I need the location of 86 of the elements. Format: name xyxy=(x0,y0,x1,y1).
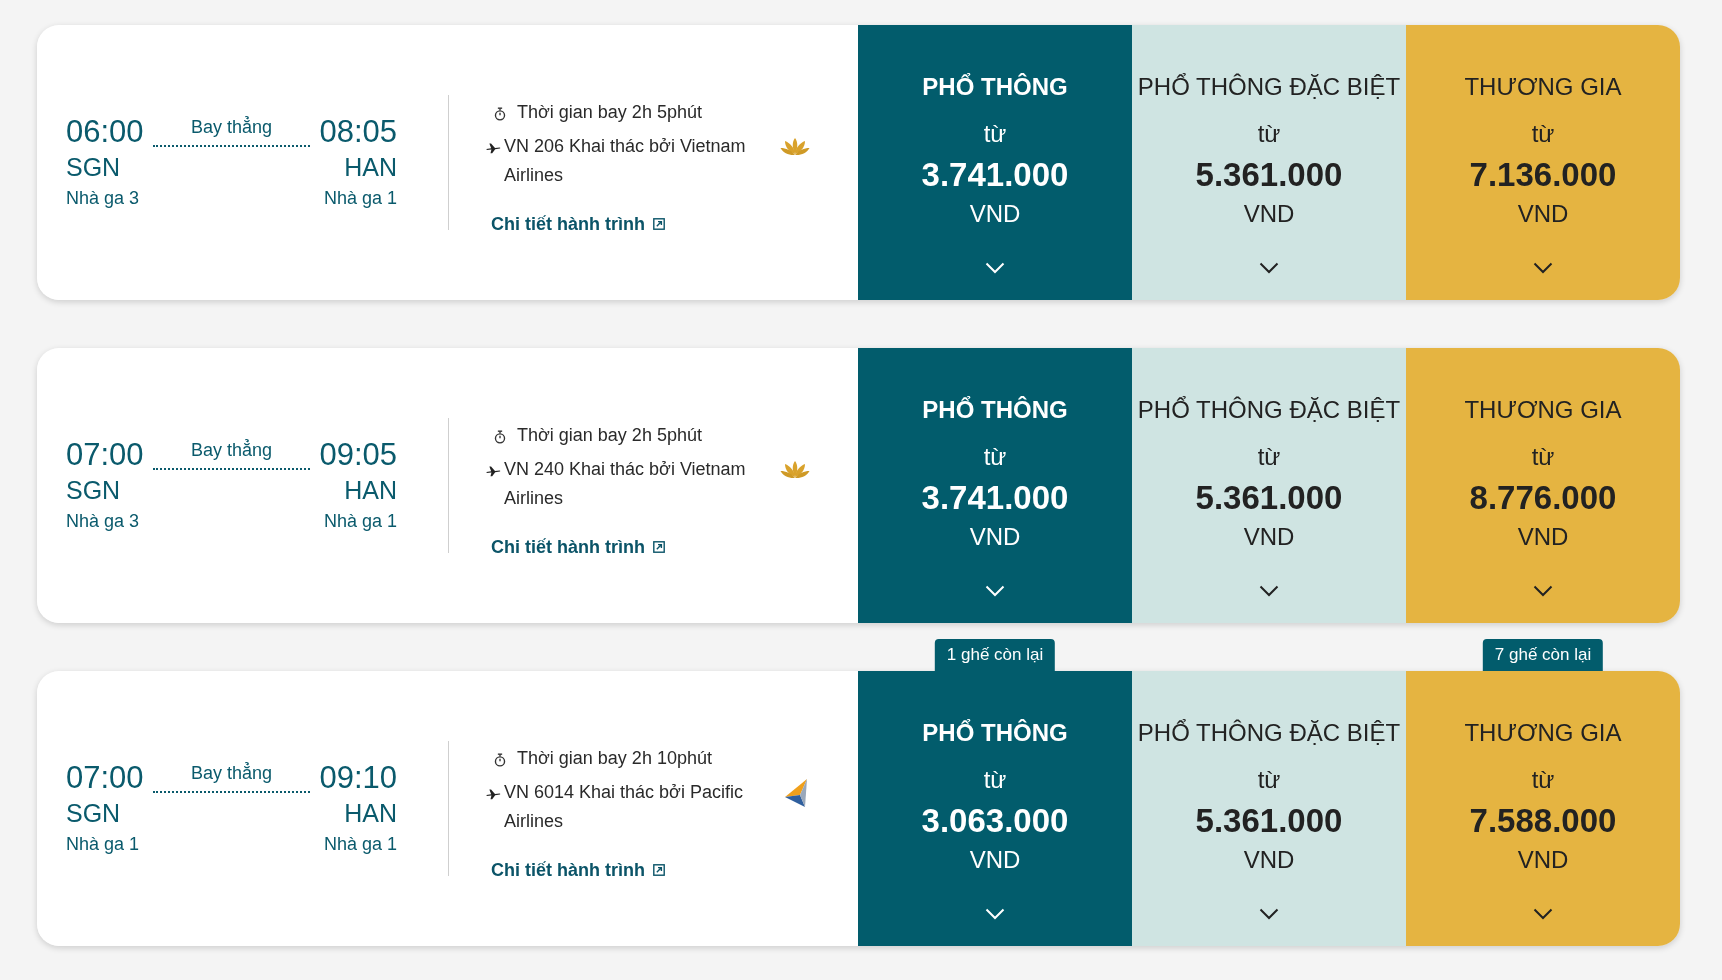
fare-price: 7.136.000 xyxy=(1469,155,1617,195)
nonstop-label: Bay thẳng xyxy=(190,438,273,462)
from-label: từ xyxy=(1257,765,1281,795)
itinerary-details-link[interactable]: Chi tiết hành trình xyxy=(491,857,665,882)
fare-price: 5.361.000 xyxy=(1195,801,1343,841)
fare-class-button[interactable]: PHỔ THÔNG từ 3.741.000 VND xyxy=(858,25,1132,300)
from-label: từ xyxy=(1531,765,1555,795)
fare-class-title: THƯƠNG GIA xyxy=(1464,718,1622,748)
departure-time: 07:00 xyxy=(66,759,144,796)
terminal-label: Nhà ga 1 xyxy=(66,832,141,856)
from-label: từ xyxy=(983,119,1007,149)
currency-label: VND xyxy=(1517,522,1569,552)
terminal-label: Nhà ga 3 xyxy=(66,509,141,533)
fare-class-title: PHỔ THÔNG ĐẶC BIỆT xyxy=(1137,718,1401,748)
external-link-icon xyxy=(653,863,665,876)
flight-duration: Thời gian bay 2h 5phút xyxy=(517,100,702,124)
fare-class-button[interactable]: THƯƠNG GIA từ 7.136.000 VND xyxy=(1406,25,1680,300)
fare-class-button[interactable]: PHỔ THÔNG từ 3.741.000 VND xyxy=(858,348,1132,623)
stopwatch-icon xyxy=(494,106,506,121)
from-label: từ xyxy=(1257,442,1281,472)
fare-class-title: PHỔ THÔNG xyxy=(922,395,1068,425)
airport-code: HAN xyxy=(344,797,397,829)
airport-code: HAN xyxy=(344,151,397,183)
airport-code: SGN xyxy=(66,151,122,183)
fare-class-button[interactable]: PHỔ THÔNG ĐẶC BIỆT từ 5.361.000 VND xyxy=(1132,25,1406,300)
fare-price: 5.361.000 xyxy=(1195,478,1343,518)
currency-label: VND xyxy=(969,199,1021,229)
currency-label: VND xyxy=(1517,845,1569,875)
flight-duration: Thời gian bay 2h 5phút xyxy=(517,423,702,447)
seats-left-badge: 7 ghế còn lại xyxy=(1482,639,1604,671)
flight-operator-info: VN 206 Khai thác bởi Vietnam Airlines xyxy=(504,134,747,187)
currency-label: VND xyxy=(969,845,1021,875)
from-label: từ xyxy=(983,442,1007,472)
fare-class-title: PHỔ THÔNG ĐẶC BIỆT xyxy=(1137,72,1401,102)
arrival-time: 09:10 xyxy=(319,759,397,796)
nonstop-label: Bay thẳng xyxy=(190,115,273,139)
terminal-label: Nhà ga 1 xyxy=(323,186,397,210)
airport-code: SGN xyxy=(66,474,122,506)
currency-label: VND xyxy=(1517,199,1569,229)
fare-class-button[interactable]: THƯƠNG GIA từ 8.776.000 VND xyxy=(1406,348,1680,623)
flight-operator-info: VN 240 Khai thác bởi Vietnam Airlines xyxy=(504,457,747,510)
itinerary-details-link[interactable]: Chi tiết hành trình xyxy=(491,534,665,559)
fare-price: 8.776.000 xyxy=(1469,478,1617,518)
external-link-icon xyxy=(653,217,665,230)
flight-operator-info: VN 6014 Khai thác bởi Pacific Airlines xyxy=(504,780,744,833)
arrival-time: 08:05 xyxy=(319,113,397,150)
currency-label: VND xyxy=(1243,522,1295,552)
lotus-icon xyxy=(780,136,810,157)
from-label: từ xyxy=(1531,442,1555,472)
fare-class-button[interactable]: PHỔ THÔNG ĐẶC BIỆT từ 5.361.000 VND xyxy=(1132,348,1406,623)
fare-class-button[interactable]: PHỔ THÔNG ĐẶC BIỆT từ 5.361.000 VND xyxy=(1132,671,1406,946)
currency-label: VND xyxy=(1243,845,1295,875)
fare-price: 3.741.000 xyxy=(921,478,1069,518)
itinerary-details-link[interactable]: Chi tiết hành trình xyxy=(491,211,665,236)
lotus-icon xyxy=(780,459,810,480)
external-link-icon xyxy=(653,540,665,553)
fare-class-title: THƯƠNG GIA xyxy=(1464,395,1622,425)
airport-code: SGN xyxy=(66,797,122,829)
fare-class-title: PHỔ THÔNG xyxy=(922,72,1068,102)
stopwatch-icon xyxy=(494,429,506,444)
arrival-time: 09:05 xyxy=(319,436,397,473)
terminal-label: Nhà ga 3 xyxy=(66,186,141,210)
from-label: từ xyxy=(1531,119,1555,149)
currency-label: VND xyxy=(1243,199,1295,229)
stopwatch-icon xyxy=(494,752,506,767)
fare-price: 5.361.000 xyxy=(1195,155,1343,195)
seats-left-badge: 1 ghế còn lại xyxy=(934,639,1056,671)
terminal-label: Nhà ga 1 xyxy=(323,832,397,856)
fare-class-title: THƯƠNG GIA xyxy=(1464,72,1622,102)
from-label: từ xyxy=(983,765,1007,795)
flight-duration: Thời gian bay 2h 10phút xyxy=(517,746,712,770)
terminal-label: Nhà ga 1 xyxy=(323,509,397,533)
nonstop-label: Bay thẳng xyxy=(190,761,273,785)
currency-label: VND xyxy=(969,522,1021,552)
fare-price: 3.741.000 xyxy=(921,155,1069,195)
fare-class-title: PHỔ THÔNG xyxy=(922,718,1068,748)
from-label: từ xyxy=(1257,119,1281,149)
fare-class-title: PHỔ THÔNG ĐẶC BIỆT xyxy=(1137,395,1401,425)
fare-price: 3.063.000 xyxy=(921,801,1069,841)
departure-time: 06:00 xyxy=(66,113,144,150)
fare-price: 7.588.000 xyxy=(1469,801,1617,841)
airport-code: HAN xyxy=(344,474,397,506)
departure-time: 07:00 xyxy=(66,436,144,473)
airplane-icon xyxy=(486,141,501,154)
airplane-icon xyxy=(486,464,501,477)
airplane-icon xyxy=(486,787,501,800)
